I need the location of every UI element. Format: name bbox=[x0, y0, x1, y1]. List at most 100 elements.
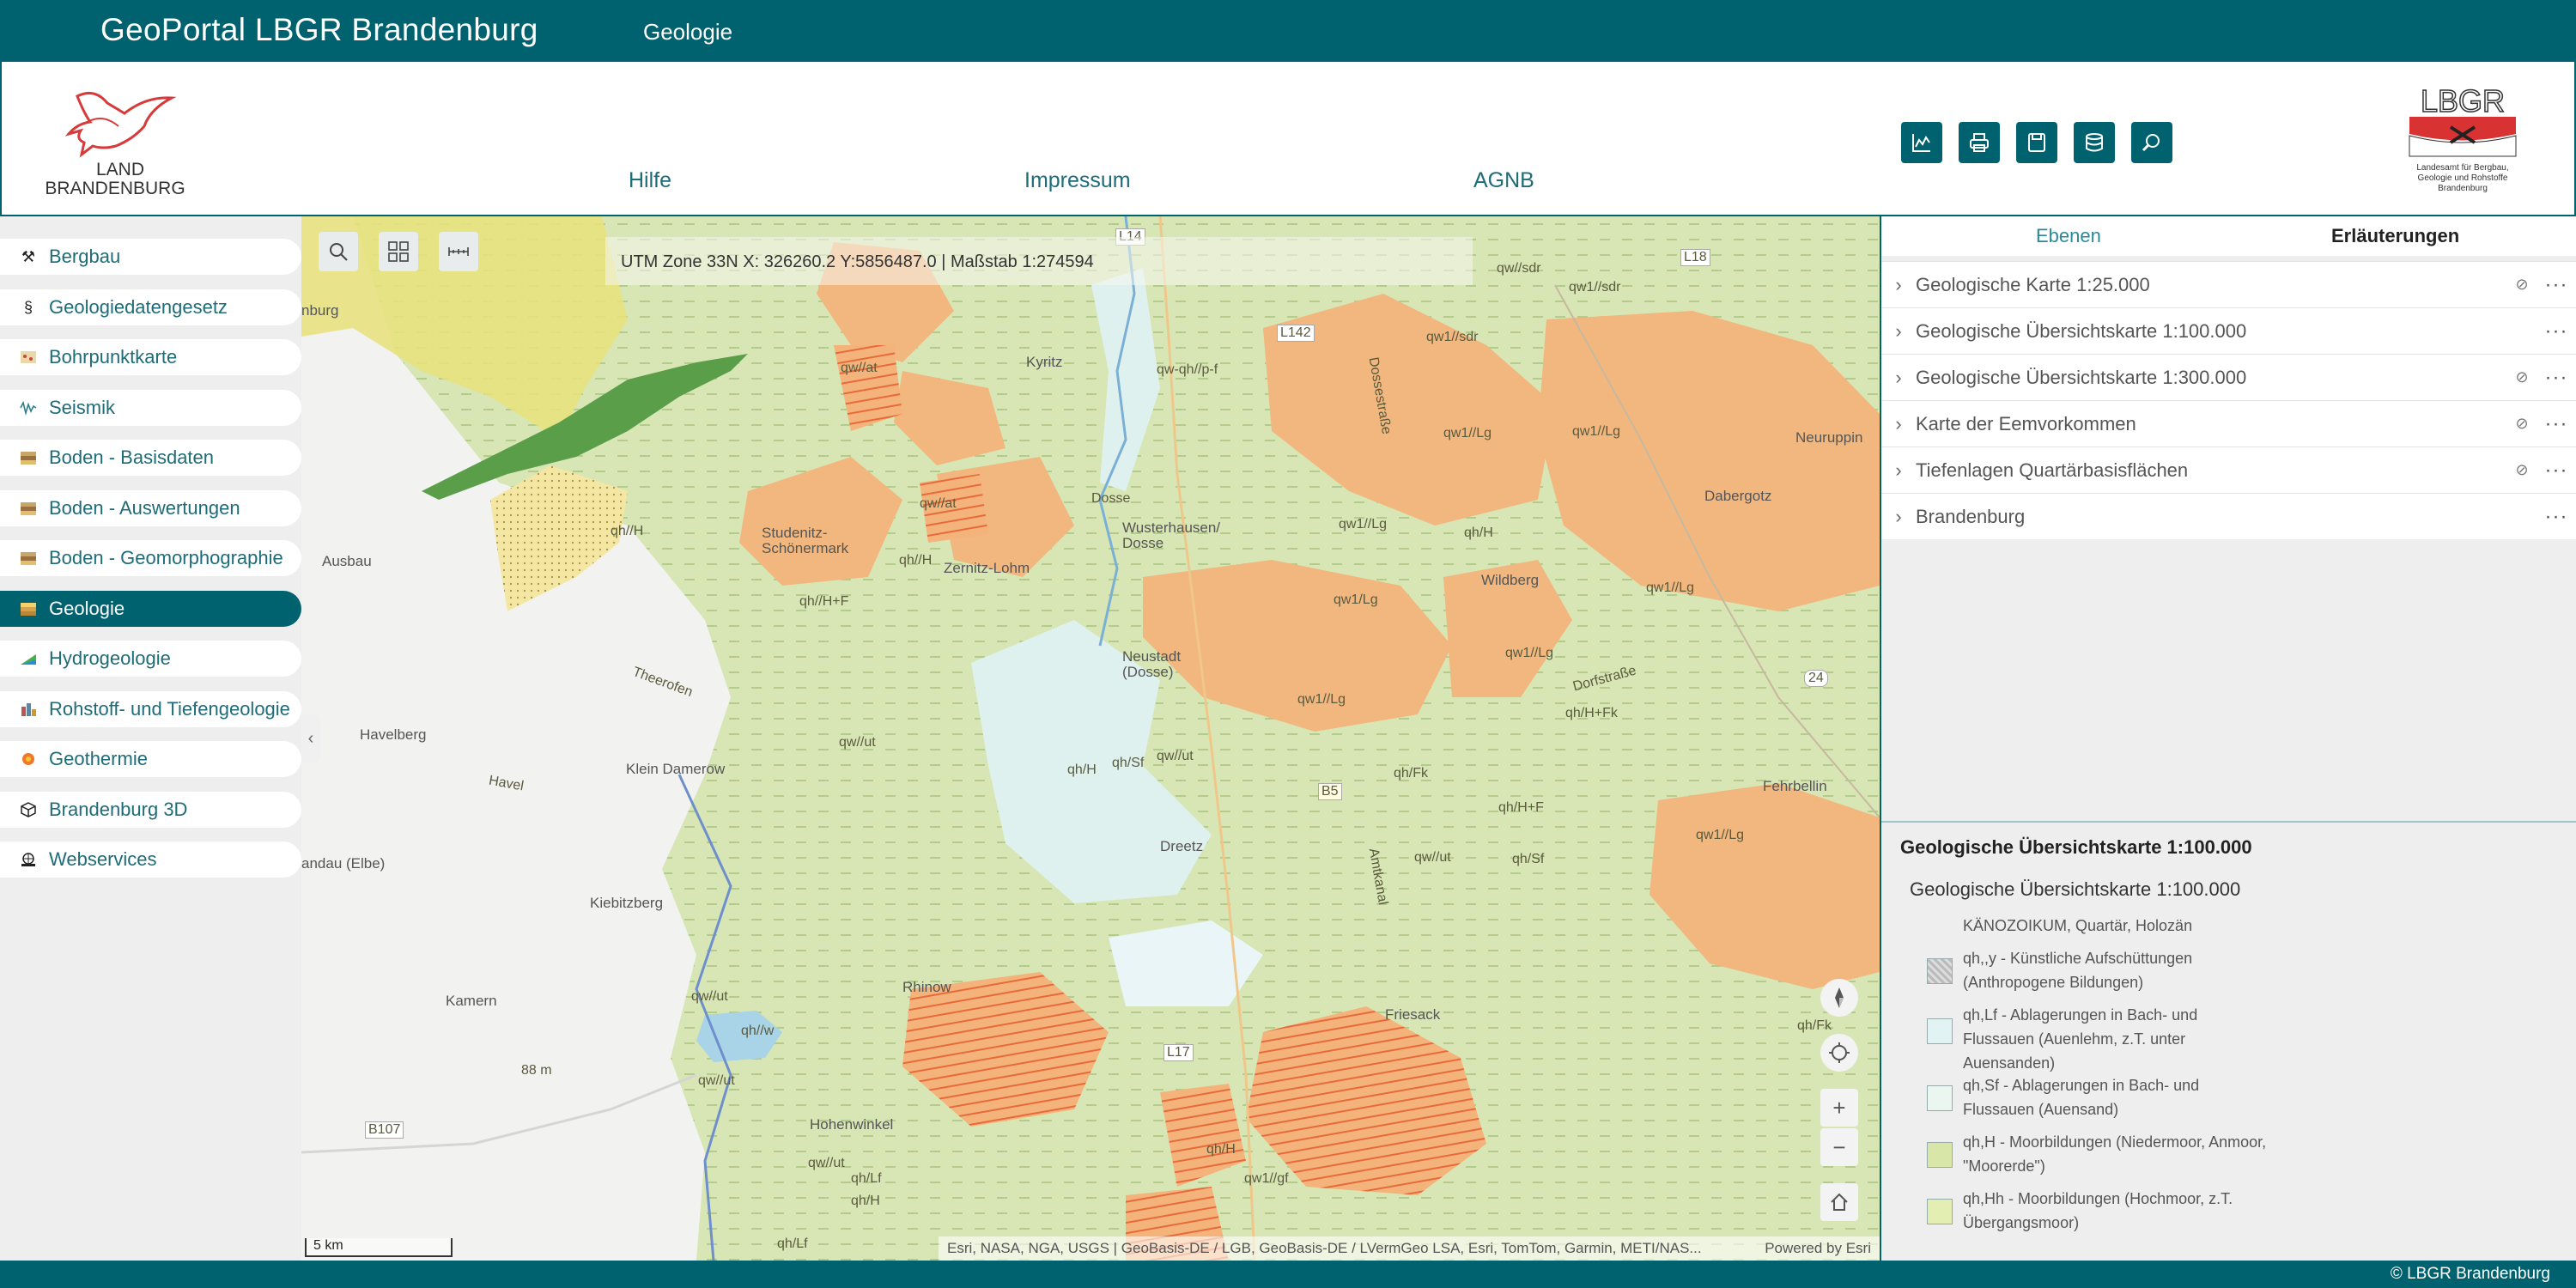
chevron-right-icon[interactable]: › bbox=[1881, 274, 1916, 296]
visibility-off-icon[interactable]: ⊘ bbox=[2509, 368, 2535, 386]
map-geo-label: qw1//gf bbox=[1244, 1171, 1289, 1186]
map-place-label: Klein Damerow bbox=[626, 761, 726, 777]
map-view[interactable]: nburg Ausbau Havelberg Klein Damerow and… bbox=[301, 216, 1880, 1261]
sidebar-item-label: Bergbau bbox=[49, 246, 121, 267]
visibility-off-icon[interactable]: ⊘ bbox=[2509, 276, 2535, 294]
map-geo-label: qh/Sf bbox=[1512, 852, 1545, 866]
sidebar-item-hydrogeologie[interactable]: Hydrogeologie bbox=[0, 641, 301, 677]
lbgr-logo[interactable]: LBGR Landesamt für Bergbau, Geologie und… bbox=[2403, 82, 2523, 211]
print-button[interactable] bbox=[1959, 122, 2000, 163]
sidebar-item-geologiedatengesetz[interactable]: § Geologiedatengesetz bbox=[0, 289, 301, 325]
map-search-tool-button[interactable] bbox=[319, 232, 358, 271]
tab-erlaeuterungen[interactable]: Erläuterungen bbox=[2331, 225, 2459, 247]
chevron-right-icon[interactable]: › bbox=[1881, 413, 1916, 435]
visibility-off-icon[interactable]: ⊘ bbox=[2509, 415, 2535, 433]
chevron-right-icon[interactable]: › bbox=[1881, 506, 1916, 528]
more-options-icon[interactable]: ··· bbox=[2535, 459, 2576, 483]
zoom-in-icon: + bbox=[1832, 1094, 1846, 1121]
sidebar-collapse-button[interactable]: ‹ bbox=[301, 714, 320, 762]
chevron-right-icon[interactable]: › bbox=[1881, 320, 1916, 343]
layer-row[interactable]: › Tiefenlagen Quartärbasisflächen ⊘ ··· bbox=[1881, 447, 2576, 493]
layer-row[interactable]: › Geologische Übersichtskarte 1:100.000 … bbox=[1881, 307, 2576, 354]
layer-row[interactable]: › Geologische Übersichtskarte 1:300.000 … bbox=[1881, 354, 2576, 400]
header: LAND BRANDENBURG Hilfe Impressum AGNB LB… bbox=[0, 62, 2576, 216]
agnb-link[interactable]: AGNB bbox=[1473, 168, 1534, 193]
more-options-icon[interactable]: ··· bbox=[2535, 412, 2576, 436]
svg-text:Brandenburg: Brandenburg bbox=[2438, 184, 2488, 193]
layer-panel: Ebenen Erläuterungen › Geologische Karte… bbox=[1880, 216, 2576, 1261]
help-link[interactable]: Hilfe bbox=[629, 168, 671, 193]
home-button[interactable] bbox=[1820, 1183, 1858, 1221]
legend-subtitle: Geologische Übersichtskarte 1:100.000 bbox=[1910, 878, 2241, 900]
database-button[interactable] bbox=[2074, 122, 2115, 163]
sidebar-item-geologie[interactable]: Geologie bbox=[0, 591, 301, 627]
layer-row[interactable]: › Karte der Eemvorkommen ⊘ ··· bbox=[1881, 400, 2576, 447]
save-button[interactable] bbox=[2016, 122, 2057, 163]
zoom-out-button[interactable]: − bbox=[1820, 1128, 1858, 1166]
sidebar-item-boden-geomorphographie[interactable]: Boden - Geomorphographie bbox=[0, 540, 301, 576]
more-options-icon[interactable]: ··· bbox=[2535, 505, 2576, 529]
layer-row[interactable]: › Geologische Karte 1:25.000 ⊘ ··· bbox=[1881, 261, 2576, 307]
chevron-right-icon[interactable]: › bbox=[1881, 367, 1916, 389]
sidebar-item-boden-auswertungen[interactable]: Boden - Auswertungen bbox=[0, 490, 301, 526]
sidebar-item-rohstoff-tiefengeologie[interactable]: Rohstoff- und Tiefengeologie bbox=[0, 691, 301, 727]
sidebar-item-brandenburg-3d[interactable]: Brandenburg 3D bbox=[0, 792, 301, 828]
sidebar-item-boden-basisdaten[interactable]: Boden - Basisdaten bbox=[0, 440, 301, 476]
locate-button[interactable] bbox=[1820, 1034, 1858, 1072]
map-elevation-label: 88 m bbox=[521, 1063, 552, 1078]
zoom-in-button[interactable]: + bbox=[1820, 1089, 1858, 1127]
map-geo-label: qw//ut bbox=[808, 1156, 845, 1170]
compass-icon bbox=[1835, 987, 1844, 1008]
map-geo-label: qw//at bbox=[841, 361, 878, 375]
legend-entry-label: qh,Sf - Ablagerungen in Bach- und Flussa… bbox=[1963, 1077, 2200, 1118]
map-selection-tool-button[interactable] bbox=[379, 232, 418, 271]
copyright-text: © LBGR Brandenburg bbox=[2390, 1265, 2550, 1283]
map-geo-label: qh//w bbox=[741, 1024, 775, 1038]
map-place-label: Wildberg bbox=[1481, 572, 1540, 588]
map-place-label: Wusterhausen/ Dosse bbox=[1122, 519, 1221, 551]
map-place-label: Kiebitzberg bbox=[590, 895, 664, 911]
sidebar-item-webservices[interactable]: Webservices bbox=[0, 841, 301, 878]
more-options-icon[interactable]: ··· bbox=[2535, 319, 2576, 343]
map-geo-label: qh/Lf bbox=[851, 1171, 882, 1186]
land-brandenburg-logo[interactable]: LAND BRANDENBURG bbox=[43, 79, 197, 204]
map-river-label: Dosse bbox=[1091, 491, 1131, 506]
map-geo-label: qw1//Lg bbox=[1696, 828, 1745, 842]
chart-tool-button[interactable] bbox=[1901, 122, 1942, 163]
sidebar-item-label: Boden - Auswertungen bbox=[49, 497, 240, 519]
map-geo-label: qh/H bbox=[1464, 526, 1493, 540]
sidebar-item-geothermie[interactable]: Geothermie bbox=[0, 741, 301, 777]
visibility-off-icon[interactable]: ⊘ bbox=[2509, 461, 2535, 479]
map-geo-label: qh/Fk bbox=[1394, 766, 1429, 781]
zoom-out-icon: − bbox=[1832, 1133, 1846, 1160]
map-geo-label: qw1//Lg bbox=[1572, 424, 1621, 439]
sidebar-item-seismik[interactable]: Seismik bbox=[0, 390, 301, 426]
compass-button[interactable] bbox=[1820, 979, 1858, 1017]
sidebar-item-bergbau[interactable]: ⚒ Bergbau bbox=[0, 239, 301, 275]
panel-tabs: Ebenen Erläuterungen bbox=[1881, 216, 2576, 256]
map-measure-tool-button[interactable] bbox=[439, 232, 478, 271]
map-search-button[interactable] bbox=[2131, 122, 2172, 163]
map-place-label: Studenitz- Schönermark bbox=[762, 525, 849, 556]
map-geo-label: qw1//Lg bbox=[1443, 426, 1492, 440]
map-geo-label: qw//ut bbox=[1414, 850, 1451, 865]
sidebar-item-label: Webservices bbox=[49, 848, 157, 870]
map-geo-label: qw//ut bbox=[698, 1073, 735, 1088]
more-options-icon[interactable]: ··· bbox=[2535, 366, 2576, 390]
map-place-label: Friesack bbox=[1385, 1006, 1441, 1023]
soil-layers-icon bbox=[19, 549, 38, 568]
imprint-link[interactable]: Impressum bbox=[1024, 168, 1131, 193]
tab-ebenen[interactable]: Ebenen bbox=[2036, 225, 2101, 247]
chevron-right-icon[interactable]: › bbox=[1881, 459, 1916, 482]
layer-row[interactable]: › Brandenburg ··· bbox=[1881, 493, 2576, 539]
powered-by-esri[interactable]: Powered by Esri bbox=[1765, 1240, 1871, 1257]
more-options-icon[interactable]: ··· bbox=[2535, 273, 2576, 297]
sidebar-item-bohrpunktkarte[interactable]: Bohrpunktkarte bbox=[0, 339, 301, 375]
database-icon bbox=[2086, 133, 2103, 152]
print-icon bbox=[1970, 133, 1989, 152]
svg-text:Landesamt für Bergbau,: Landesamt für Bergbau, bbox=[2416, 163, 2508, 173]
sidebar-item-label: Boden - Geomorphographie bbox=[49, 547, 283, 568]
legend-entry-label: qh,H - Moorbildungen (Niedermoor, Anmoor… bbox=[1963, 1133, 2267, 1175]
top-bar: GeoPortal LBGR Brandenburg Geologie bbox=[0, 0, 2576, 62]
map-geo-label: qw1//sdr bbox=[1569, 280, 1621, 295]
